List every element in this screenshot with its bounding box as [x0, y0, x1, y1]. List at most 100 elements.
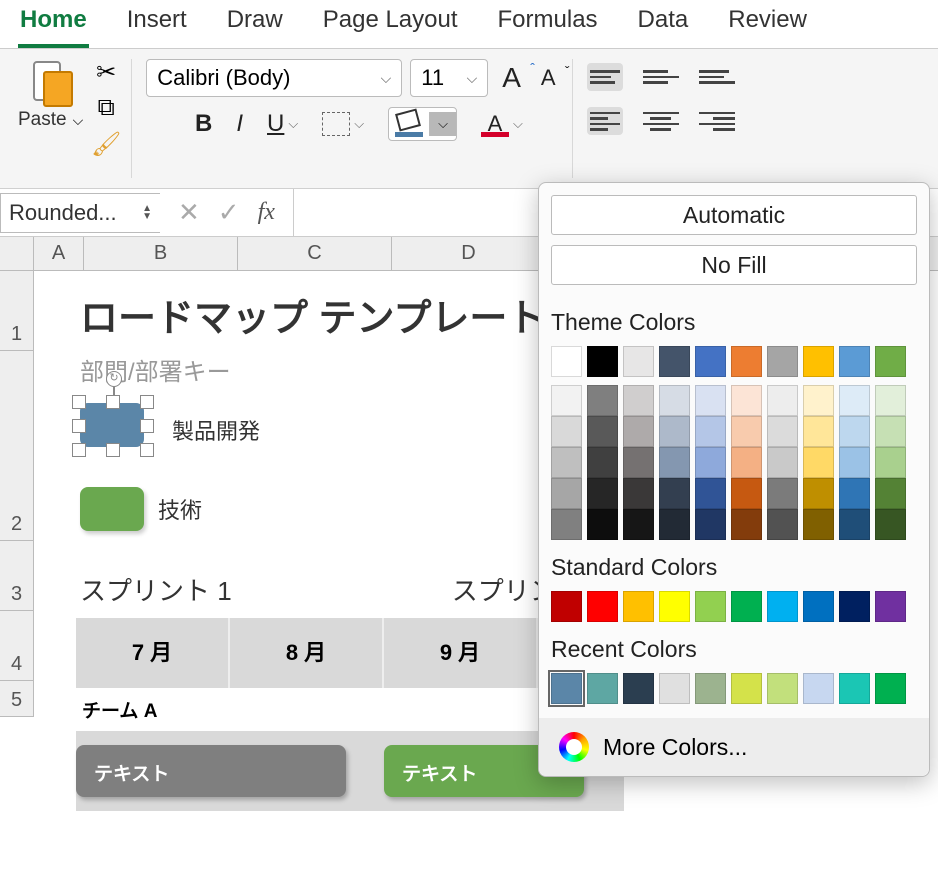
color-swatch[interactable] [875, 346, 906, 377]
paste-icon[interactable] [27, 59, 75, 107]
color-swatch[interactable] [623, 447, 654, 478]
resize-handle[interactable] [106, 395, 120, 409]
color-swatch[interactable] [623, 416, 654, 447]
color-swatch[interactable] [587, 509, 618, 540]
cut-icon[interactable]: ✂︎ [91, 59, 121, 85]
color-swatch[interactable] [587, 673, 618, 704]
more-colors-button[interactable]: More Colors... [539, 718, 929, 776]
color-swatch[interactable] [839, 385, 870, 416]
rotate-handle-icon[interactable]: ↻ [106, 371, 122, 387]
font-color-button[interactable]: A⌵ [481, 111, 523, 137]
color-swatch[interactable] [767, 509, 798, 540]
color-swatch[interactable] [839, 509, 870, 540]
color-swatch[interactable] [839, 673, 870, 704]
color-swatch[interactable] [767, 346, 798, 377]
decrease-font-icon[interactable]: Aˇ [535, 65, 562, 91]
color-swatch[interactable] [623, 673, 654, 704]
color-swatch[interactable] [803, 673, 834, 704]
color-swatch[interactable] [659, 447, 690, 478]
paste-dropdown[interactable]: ⌵ [73, 112, 84, 129]
color-swatch[interactable] [875, 385, 906, 416]
copy-icon[interactable]: ⧉ [91, 95, 121, 121]
color-swatch[interactable] [875, 416, 906, 447]
color-swatch[interactable] [587, 591, 618, 622]
align-left-icon[interactable] [587, 107, 623, 135]
color-swatch[interactable] [551, 416, 582, 447]
color-swatch[interactable] [803, 346, 834, 377]
color-swatch[interactable] [767, 591, 798, 622]
color-swatch[interactable] [659, 509, 690, 540]
color-swatch[interactable] [551, 478, 582, 509]
tab-draw[interactable]: Draw [225, 4, 285, 48]
format-painter-icon[interactable]: 🖌 [91, 131, 121, 157]
resize-handle[interactable] [72, 395, 86, 409]
col-header-a[interactable]: A [34, 237, 84, 270]
color-swatch[interactable] [731, 346, 762, 377]
increase-font-icon[interactable]: Aˆ [496, 62, 527, 94]
color-swatch[interactable] [731, 673, 762, 704]
color-swatch[interactable] [659, 385, 690, 416]
no-fill-button[interactable]: No Fill [551, 245, 917, 285]
accept-formula-icon[interactable]: ✓ [218, 197, 240, 228]
color-swatch[interactable] [587, 478, 618, 509]
paste-label[interactable]: Paste [18, 109, 67, 131]
color-swatch[interactable] [659, 416, 690, 447]
color-swatch[interactable] [587, 447, 618, 478]
tab-insert[interactable]: Insert [125, 4, 189, 48]
color-swatch[interactable] [587, 416, 618, 447]
color-swatch[interactable] [803, 385, 834, 416]
color-swatch[interactable] [695, 416, 726, 447]
color-swatch[interactable] [875, 673, 906, 704]
color-swatch[interactable] [695, 385, 726, 416]
color-swatch[interactable] [875, 447, 906, 478]
color-swatch[interactable] [551, 509, 582, 540]
fill-color-button[interactable]: ⌵ [388, 107, 457, 141]
resize-handle[interactable] [72, 419, 86, 433]
color-swatch[interactable] [803, 478, 834, 509]
col-header-d[interactable]: D [392, 237, 546, 270]
align-middle-icon[interactable] [643, 63, 679, 91]
tab-home[interactable]: Home [18, 4, 89, 48]
tab-review[interactable]: Review [726, 4, 809, 48]
row-header-4[interactable]: 4 [0, 611, 34, 681]
color-swatch[interactable] [659, 673, 690, 704]
tab-data[interactable]: Data [636, 4, 691, 48]
name-box[interactable]: Rounded... ▲▼ [0, 193, 160, 233]
color-swatch[interactable] [875, 591, 906, 622]
resize-handle[interactable] [72, 443, 86, 457]
row-header-5[interactable]: 5 [0, 681, 34, 717]
color-swatch[interactable] [839, 346, 870, 377]
underline-button[interactable]: U⌵ [267, 110, 298, 138]
tab-pagelayout[interactable]: Page Layout [321, 4, 460, 48]
color-swatch[interactable] [551, 346, 582, 377]
col-header-c[interactable]: C [238, 237, 392, 270]
color-swatch[interactable] [839, 591, 870, 622]
bold-button[interactable]: B [195, 110, 212, 138]
resize-handle[interactable] [140, 395, 154, 409]
color-swatch[interactable] [695, 509, 726, 540]
color-swatch[interactable] [695, 447, 726, 478]
italic-button[interactable]: I [236, 110, 243, 138]
color-swatch[interactable] [551, 385, 582, 416]
row-header-3[interactable]: 3 [0, 541, 34, 611]
color-swatch[interactable] [659, 591, 690, 622]
color-swatch[interactable] [803, 447, 834, 478]
color-swatch[interactable] [767, 416, 798, 447]
color-swatch[interactable] [839, 447, 870, 478]
color-swatch[interactable] [803, 416, 834, 447]
color-swatch[interactable] [875, 509, 906, 540]
color-swatch[interactable] [695, 478, 726, 509]
align-top-icon[interactable] [587, 63, 623, 91]
color-swatch[interactable] [659, 346, 690, 377]
font-name-select[interactable]: Calibri (Body)⌵ [146, 59, 402, 97]
selected-shape[interactable]: ↻ [68, 393, 158, 457]
color-swatch[interactable] [551, 447, 582, 478]
color-swatch[interactable] [839, 478, 870, 509]
color-swatch[interactable] [695, 346, 726, 377]
align-right-icon[interactable] [699, 107, 735, 135]
color-swatch[interactable] [659, 478, 690, 509]
col-header-b[interactable]: B [84, 237, 238, 270]
color-swatch[interactable] [767, 447, 798, 478]
resize-handle[interactable] [140, 443, 154, 457]
color-swatch[interactable] [731, 591, 762, 622]
